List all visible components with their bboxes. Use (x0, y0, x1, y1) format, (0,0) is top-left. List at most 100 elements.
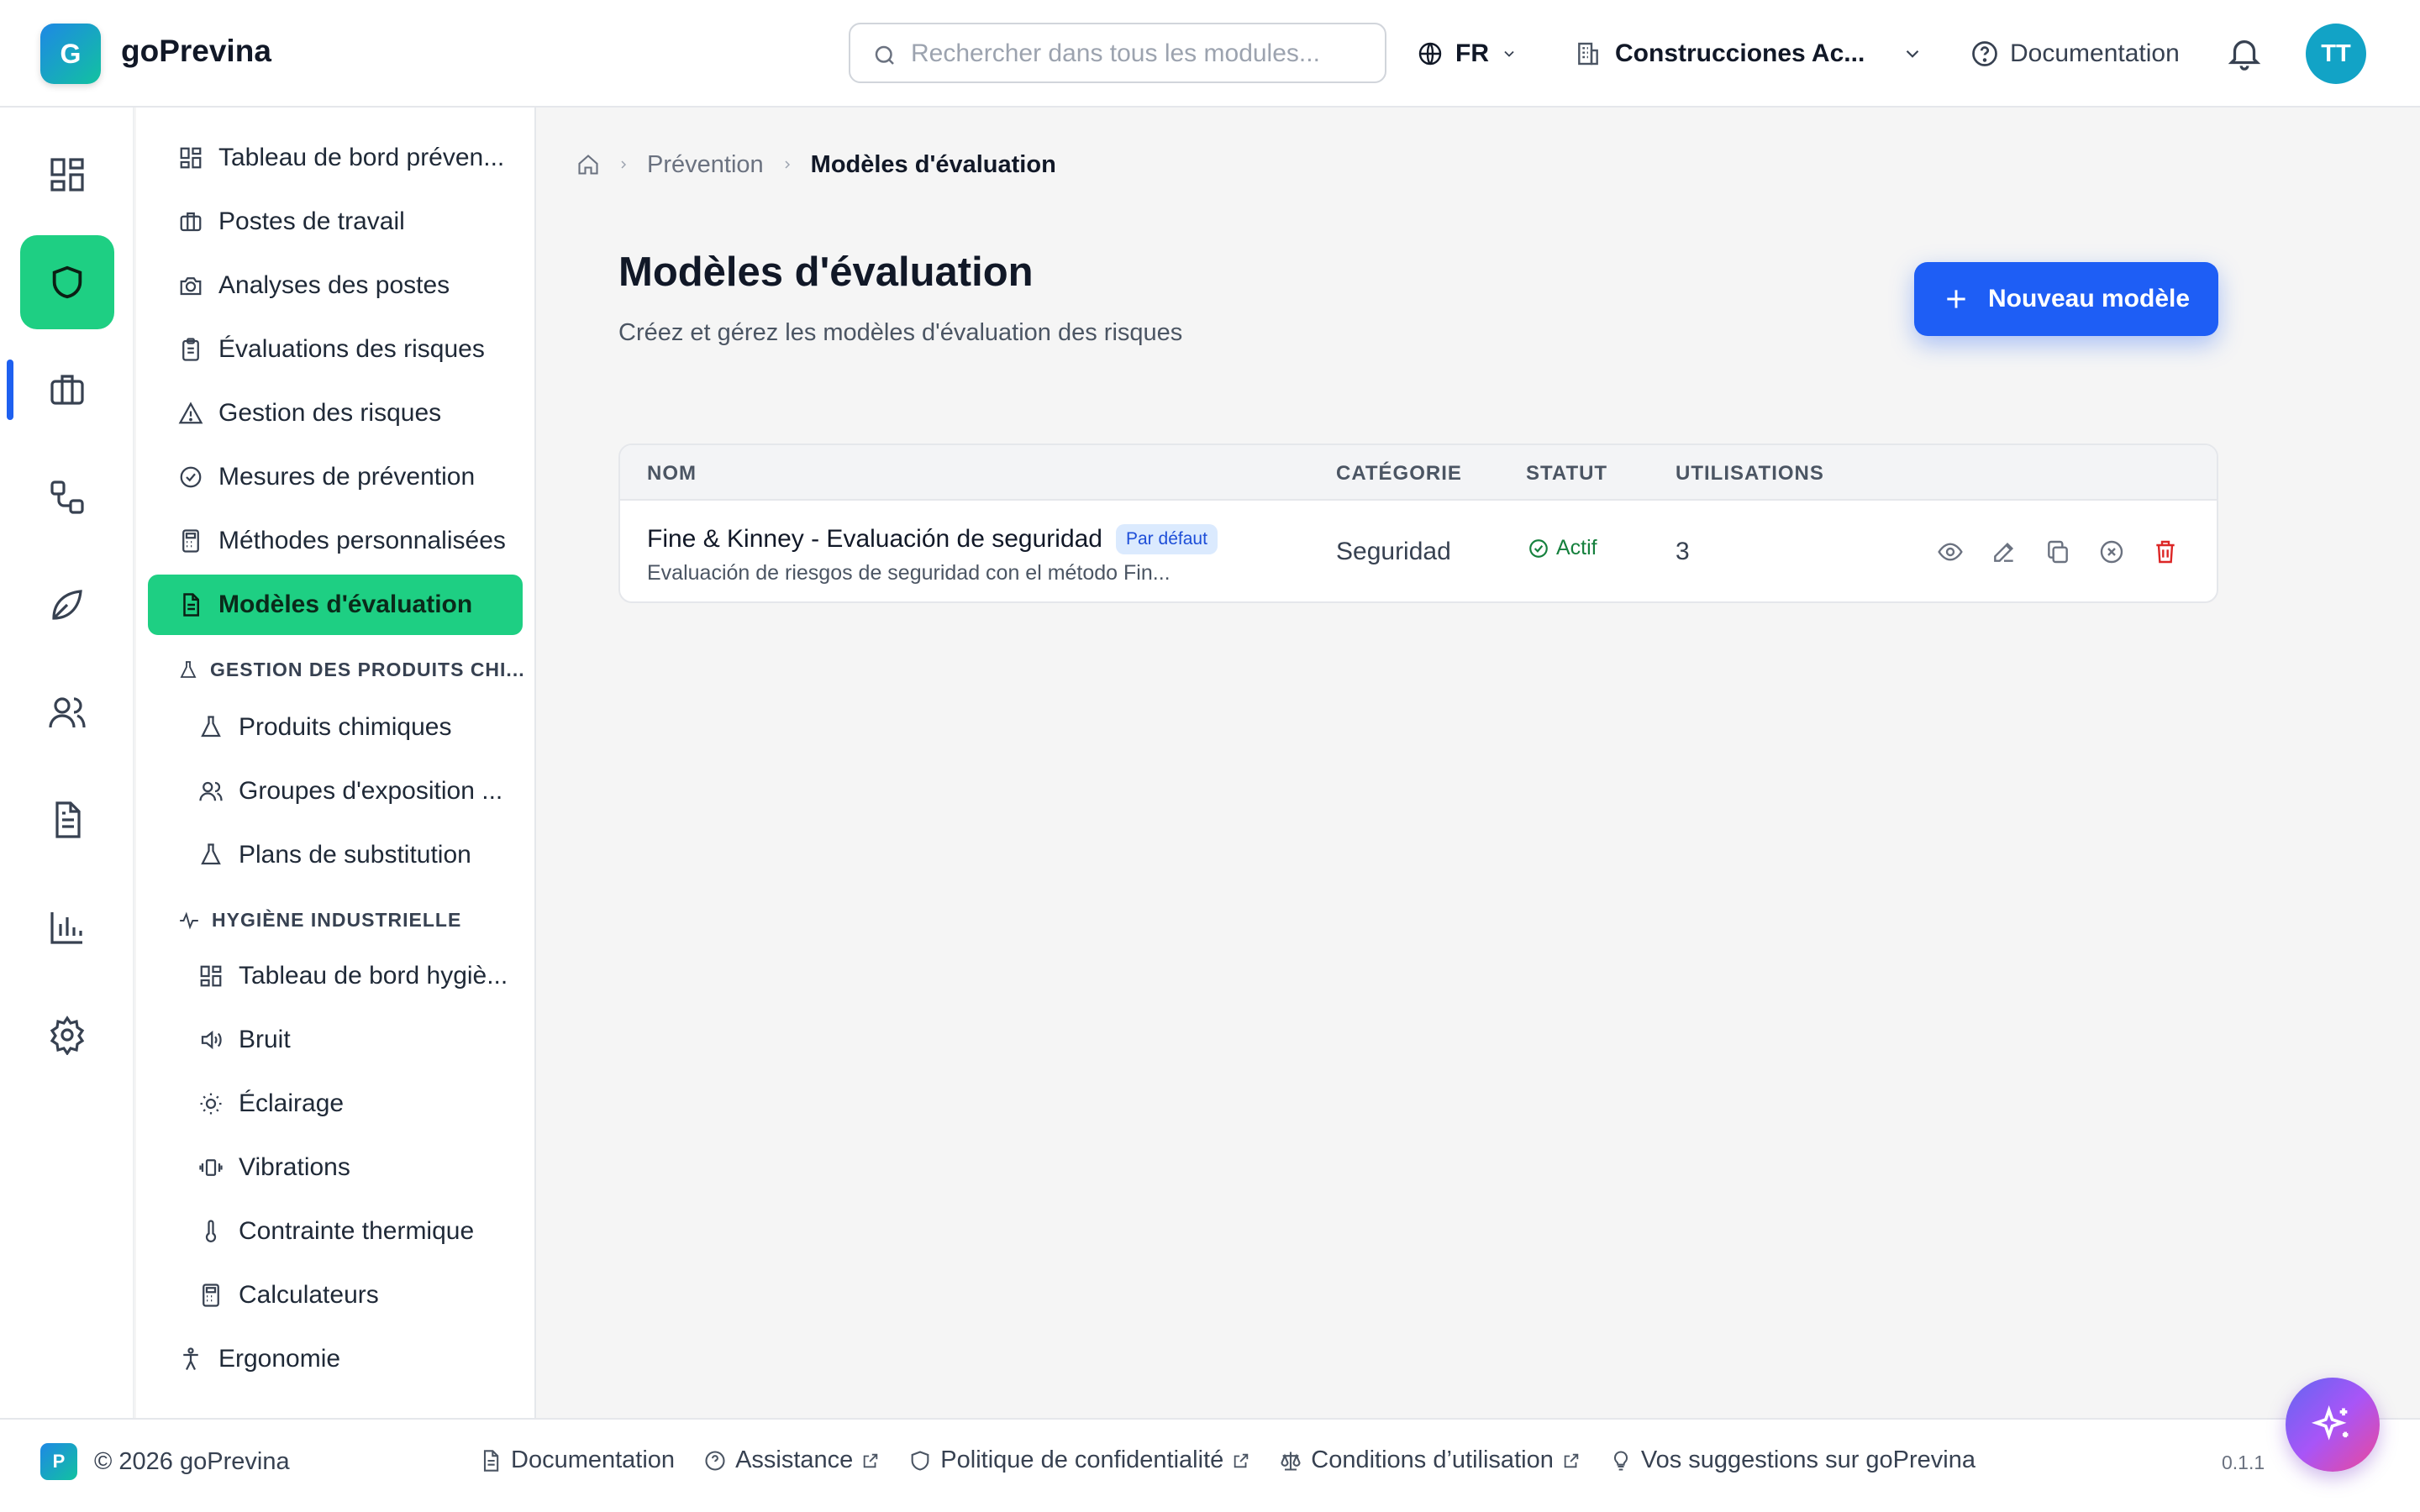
view-eye-icon[interactable] (1936, 538, 1965, 566)
rail-item-workstations[interactable] (20, 343, 114, 437)
rail-item-prevention[interactable] (20, 235, 114, 329)
sidebar-item-calculators[interactable]: Calculateurs (148, 1265, 523, 1326)
sidebar-item-thermal-stress[interactable]: Contrainte thermique (148, 1201, 523, 1262)
rail-item-settings[interactable] (20, 988, 114, 1082)
sidebar-item-job-analyses[interactable]: Analyses des postes (148, 255, 523, 316)
column-header-status[interactable]: STATUT (1526, 462, 1607, 486)
sidebar-item-label: Tableau de bord préven... (218, 144, 505, 171)
rail-item-dashboard[interactable] (20, 128, 114, 222)
sidebar-item-label: Mesures de prévention (218, 463, 476, 491)
language-label: FR (1455, 39, 1489, 67)
status-label: Actif (1556, 536, 1597, 559)
sidebar-item-label: Méthodes personnalisées (218, 527, 506, 554)
sidebar-item-custom-methods[interactable]: Méthodes personnalisées (148, 511, 523, 571)
sidebar-item-substitution-plans[interactable]: Plans de substitution (148, 825, 523, 885)
column-header-uses[interactable]: UTILISATIONS (1676, 462, 1824, 486)
sidebar-item-prevention-dashboard[interactable]: Tableau de bord préven... (148, 128, 523, 188)
global-search[interactable] (849, 23, 1386, 83)
external-link-icon (1562, 1452, 1581, 1470)
new-model-button[interactable]: Nouveau modèle (1914, 262, 2218, 336)
sidebar-item-vibrations[interactable]: Vibrations (148, 1137, 523, 1198)
search-icon (872, 43, 897, 68)
sidebar-item-label: Postes de travail (218, 207, 405, 235)
app-logo[interactable]: G (40, 24, 101, 84)
status-badge: Actif (1528, 536, 1597, 560)
sidebar-item-hygiene-dashboard[interactable]: Tableau de bord hygiè... (148, 946, 523, 1006)
lightbulb-icon (1609, 1449, 1633, 1473)
prevention-sidebar: Tableau de bord préven... Postes de trav… (136, 108, 536, 1418)
sidebar-item-evaluation-models[interactable]: Modèles d'évaluation (148, 575, 523, 635)
cell-category: Seguridad (1336, 538, 1451, 565)
document-icon (479, 1449, 502, 1473)
model-name[interactable]: Fine & Kinney - Evaluación de seguridad (647, 525, 1102, 554)
table-row[interactable]: Fine & Kinney - Evaluación de seguridad … (620, 501, 2217, 601)
footer-link-assistance[interactable]: Assistance (703, 1446, 880, 1474)
sidebar-item-exposure-groups[interactable]: Groupes d'exposition ... (148, 761, 523, 822)
rail-item-reports[interactable] (20, 880, 114, 974)
person-icon (178, 1347, 203, 1372)
app-name: goPrevina (121, 34, 271, 68)
documentation-link[interactable]: Documentation (1970, 34, 2180, 74)
footer-link-suggestions[interactable]: Vos suggestions sur goPrevina (1609, 1446, 1975, 1474)
breadcrumb-current: Modèles d'évaluation (810, 150, 1056, 178)
sidebar-item-label: Tableau de bord hygiè... (239, 962, 508, 990)
footer-links: Documentation Assistance Politique de co… (479, 1446, 1975, 1474)
calculator-icon (178, 528, 203, 554)
sidebar-item-label: Ergonomie (218, 1345, 341, 1373)
footer-link-label: Assistance (735, 1446, 854, 1473)
section-title-industrial-hygiene[interactable]: HYGIÈNE INDUSTRIELLE (178, 909, 461, 932)
footer-link-terms[interactable]: Conditions d’utilisation (1279, 1446, 1581, 1474)
footer-logo: P (40, 1443, 77, 1480)
sidebar-item-label: Bruit (239, 1026, 291, 1053)
shield-icon (48, 263, 87, 302)
chevron-right-icon (617, 158, 630, 171)
deactivate-x-circle-icon[interactable] (2097, 538, 2126, 566)
notifications-bell-icon[interactable] (2225, 34, 2264, 72)
leaf-icon (47, 585, 87, 625)
rail-item-workflow[interactable] (20, 450, 114, 544)
sidebar-item-noise[interactable]: Bruit (148, 1010, 523, 1070)
sidebar-item-label: Contrainte thermique (239, 1217, 475, 1245)
company-selector[interactable]: Construcciones Ac... (1575, 34, 1923, 74)
users-icon (198, 779, 224, 804)
user-avatar[interactable]: TT (2306, 24, 2366, 84)
section-title-chemicals[interactable]: GESTION DES PRODUITS CHI... (178, 659, 525, 681)
column-header-category[interactable]: CATÉGORIE (1336, 462, 1462, 486)
sidebar-item-workstations[interactable]: Postes de travail (148, 192, 523, 252)
footer-link-privacy[interactable]: Politique de confidentialité (908, 1446, 1250, 1474)
column-header-name[interactable]: NOM (647, 462, 697, 486)
page-subtitle: Créez et gérez les modèles d'évaluation … (618, 319, 1183, 346)
external-link-icon (1232, 1452, 1250, 1470)
footer-link-label: Politique de confidentialité (940, 1446, 1224, 1473)
sidebar-item-ergonomics[interactable]: Ergonomie (148, 1329, 523, 1389)
chevron-down-icon (1501, 45, 1518, 62)
footer-link-documentation[interactable]: Documentation (479, 1446, 675, 1474)
sidebar-item-chemical-products[interactable]: Produits chimiques (148, 697, 523, 758)
sidebar-item-risk-evaluations[interactable]: Évaluations des risques (148, 319, 523, 380)
breadcrumb-parent[interactable]: Prévention (647, 151, 764, 179)
duplicate-icon[interactable] (2044, 538, 2072, 566)
camera-icon (178, 273, 203, 298)
help-circle-icon (703, 1449, 727, 1473)
cell-name: Fine & Kinney - Evaluación de seguridad … (647, 524, 1218, 585)
delete-trash-icon[interactable] (2151, 538, 2180, 566)
table-header: NOM CATÉGORIE STATUT UTILISATIONS (620, 445, 2217, 501)
ai-assistant-button[interactable] (2286, 1378, 2380, 1472)
edit-pencil-icon[interactable] (1990, 538, 2018, 566)
rail-item-documents[interactable] (20, 773, 114, 867)
flask-icon (198, 843, 224, 868)
rail-item-environment[interactable] (20, 558, 114, 652)
flask-icon (198, 715, 224, 740)
home-icon[interactable] (576, 153, 600, 176)
chevron-right-icon (781, 158, 794, 171)
rail-item-people[interactable] (20, 665, 114, 759)
sidebar-item-risk-management[interactable]: Gestion des risques (148, 383, 523, 444)
search-input[interactable] (911, 36, 1365, 71)
language-selector[interactable]: FR (1417, 34, 1518, 74)
check-circle-icon (1528, 538, 1549, 559)
sidebar-item-label: Produits chimiques (239, 713, 452, 741)
globe-icon (1417, 40, 1444, 67)
external-link-icon (861, 1452, 880, 1470)
sidebar-item-lighting[interactable]: Éclairage (148, 1074, 523, 1134)
sidebar-item-prevention-measures[interactable]: Mesures de prévention (148, 447, 523, 507)
